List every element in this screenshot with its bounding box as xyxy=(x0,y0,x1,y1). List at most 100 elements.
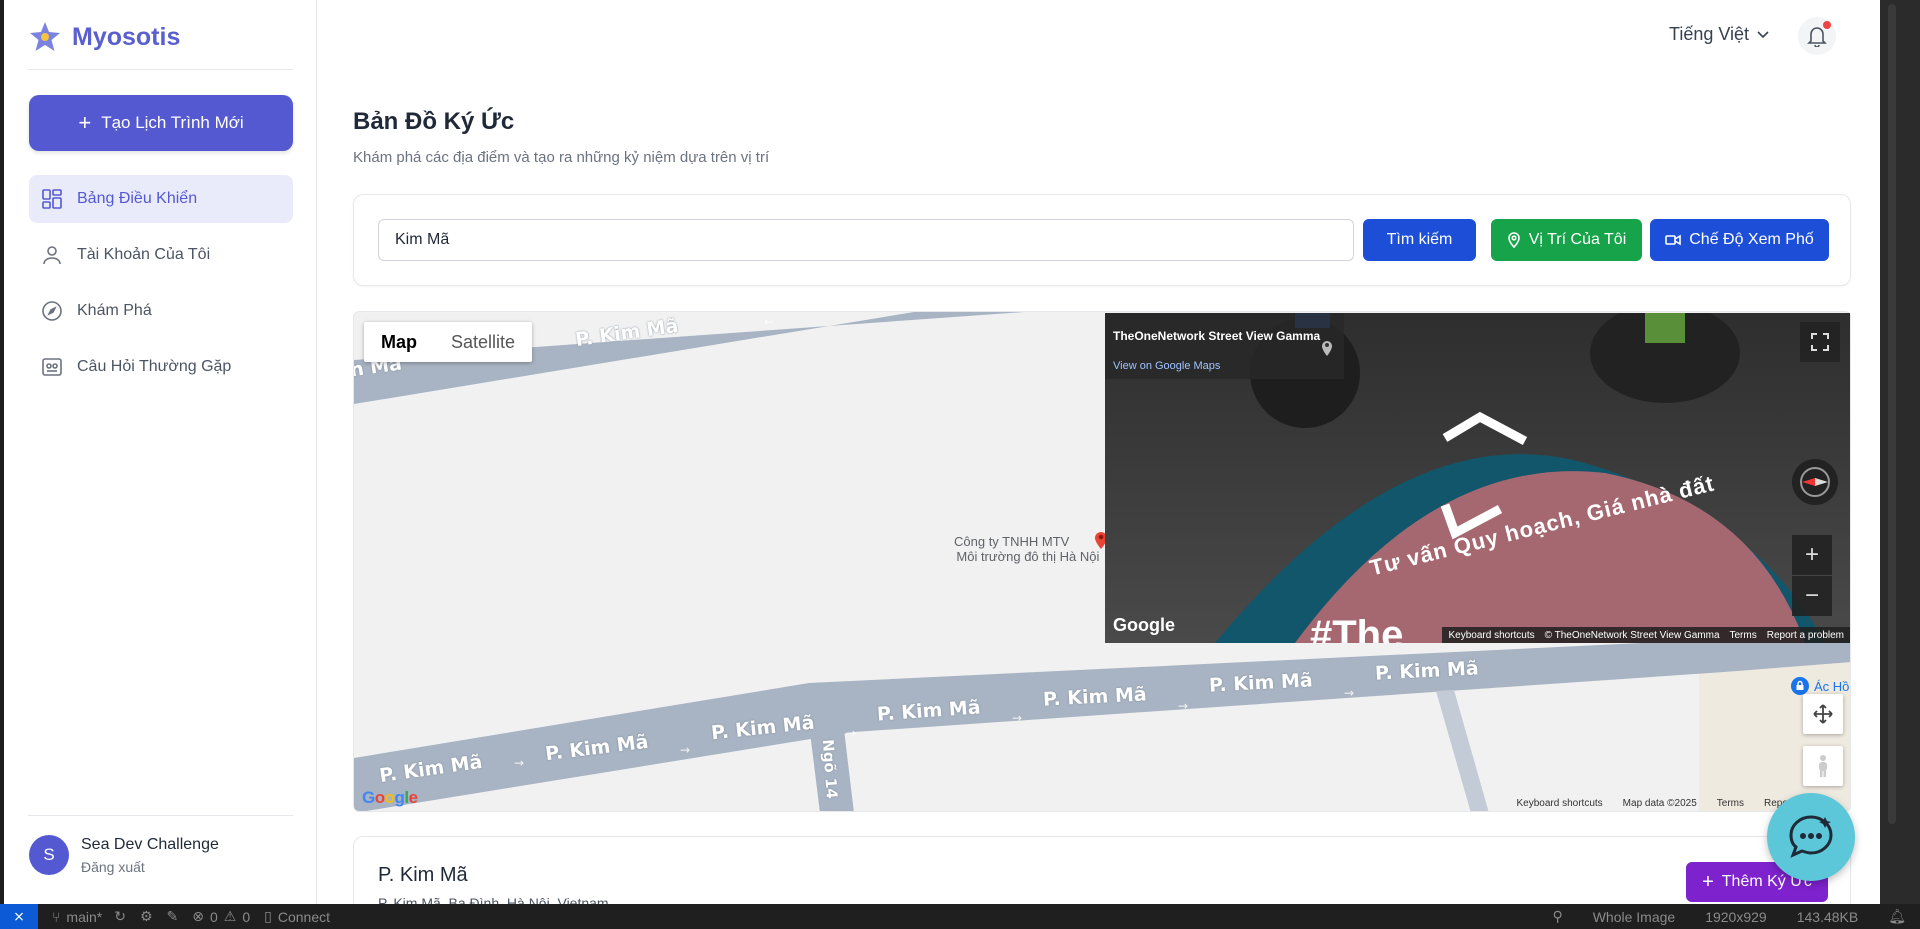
user-name: Sea Dev Challenge xyxy=(81,835,219,853)
source-control-glyph: ✎ xyxy=(166,908,179,924)
svg-text:→: → xyxy=(1012,711,1022,725)
location-title: P. Kim Mã xyxy=(378,864,468,886)
video-icon xyxy=(1665,234,1682,246)
compass-icon xyxy=(1800,467,1830,497)
sv-report-link[interactable]: Report a problem xyxy=(1767,630,1844,641)
svg-text:→: → xyxy=(1344,686,1354,700)
map-type-map[interactable]: Map xyxy=(364,322,434,362)
sidebar-item-dashboard[interactable]: Bảng Điều Khiển xyxy=(29,175,293,223)
chat-button[interactable] xyxy=(1767,793,1855,881)
area-label[interactable]: Ác Hồ xyxy=(1790,676,1849,696)
plus-icon: + xyxy=(1702,871,1714,893)
remote-icon: ⨯ xyxy=(13,908,25,924)
search-card: Tìm kiếm Vị Trí Của Tôi Chế Độ Xem Phố xyxy=(353,194,1851,286)
page-title: Bản Đồ Ký Ức xyxy=(353,108,515,135)
brand-name: Myosotis xyxy=(72,22,181,51)
search-input[interactable] xyxy=(378,219,1354,261)
remote-button[interactable]: ⨯ xyxy=(0,904,38,929)
pegman-icon xyxy=(1819,755,1827,777)
branch-name: main* xyxy=(66,908,103,925)
street-view-title: TheOneNetwork Street View Gamma xyxy=(1113,329,1321,343)
source-control-icon[interactable]: ✎ xyxy=(167,908,179,925)
chat-bubble-icon xyxy=(1789,815,1833,858)
street-view-header: TheOneNetwork Street View Gamma View on … xyxy=(1105,313,1344,379)
sidebar-item-label: Tài Khoản Của Tôi xyxy=(77,246,211,263)
svg-text:→: → xyxy=(680,743,690,757)
app-window: Myosotis + Tạo Lịch Trình Mới Bảng Điều … xyxy=(4,0,1880,904)
sidebar-item-explore[interactable]: Khám Phá xyxy=(29,287,293,335)
sidebar-item-label: Bảng Điều Khiển xyxy=(77,190,198,207)
compass-icon xyxy=(42,301,62,321)
pegman-button[interactable] xyxy=(1803,746,1843,786)
plug-icon: ▯ xyxy=(264,908,272,924)
problems-indicator[interactable]: ⊗ 0 ⚠ 0 xyxy=(192,908,250,925)
poi-line: Môi trường đô thị Hà Nội xyxy=(956,549,1100,564)
zoom-out-button[interactable]: − xyxy=(1792,576,1832,616)
bell-icon[interactable]: 🔔︎ xyxy=(1888,908,1906,925)
status-bar: ⨯ ⑂ main* ↻ ⚙ ✎ ⊗ 0 ⚠ 0 ▯ Connect ⚲ Whol… xyxy=(0,904,1920,929)
viewer-scrollbar[interactable] xyxy=(1880,0,1920,904)
logout-link[interactable]: Đăng xuất xyxy=(81,859,219,875)
sync-icon: ↻ xyxy=(114,908,126,924)
search-button[interactable]: Tìm kiếm xyxy=(1363,219,1476,261)
new-itinerary-button[interactable]: + Tạo Lịch Trình Mới xyxy=(29,95,293,151)
avatar: S xyxy=(29,835,69,875)
map-type-satellite[interactable]: Satellite xyxy=(434,322,532,362)
location-card: P. Kim Mã P. Kim Mã, Ba Đình, Hà Nội, Vi… xyxy=(353,836,1851,904)
remote-explorer-icon[interactable]: ⚙ xyxy=(140,908,153,925)
star-logo-icon xyxy=(30,22,60,51)
language-select[interactable]: Tiếng Việt xyxy=(1669,24,1769,45)
google-logo: Google xyxy=(1113,615,1175,635)
move-arrows-icon xyxy=(1813,704,1833,724)
street-view-footer: Keyboard shortcuts © TheOneNetwork Stree… xyxy=(1442,627,1850,643)
sidebar: Myosotis + Tạo Lịch Trình Mới Bảng Điều … xyxy=(4,0,317,904)
remote-explorer-glyph: ⚙ xyxy=(139,908,153,924)
map-rotate-button[interactable] xyxy=(1803,694,1843,734)
street-view-label: Chế Độ Xem Phố xyxy=(1689,231,1814,248)
page-subtitle: Khám phá các địa điểm và tạo ra những kỷ… xyxy=(353,149,770,166)
location-address: P. Kim Mã, Ba Đình, Hà Nội, Vietnam xyxy=(378,895,609,904)
map-shortcuts-link[interactable]: Keyboard shortcuts xyxy=(1517,798,1603,809)
sidebar-item-label: Khám Phá xyxy=(77,302,152,319)
compass-control[interactable] xyxy=(1792,459,1838,505)
file-size: 143.48KB xyxy=(1796,908,1859,925)
image-dimensions: 1920x929 xyxy=(1705,908,1767,925)
poi-label[interactable]: Công ty TNHH MTV Môi trường đô thị Hà Nộ… xyxy=(954,534,1099,564)
street-view-button[interactable]: Chế Độ Xem Phố xyxy=(1650,219,1829,261)
dashboard-icon xyxy=(42,189,62,209)
sv-copyright: © TheOneNetwork Street View Gamma xyxy=(1544,629,1720,641)
view-mode[interactable]: Whole Image xyxy=(1593,909,1675,925)
faq-icon xyxy=(42,358,62,376)
plus-icon: + xyxy=(78,110,92,135)
warning-count: 0 xyxy=(242,908,251,925)
sidebar-item-faq[interactable]: Câu Hỏi Thường Gặp xyxy=(29,343,293,391)
sv-terms-link[interactable]: Terms xyxy=(1730,630,1757,641)
notification-button[interactable] xyxy=(1798,17,1836,55)
connect-button[interactable]: ▯ Connect xyxy=(264,908,330,925)
connect-label: Connect xyxy=(277,908,330,925)
user-profile[interactable]: S Sea Dev Challenge Đăng xuất xyxy=(29,835,219,875)
brand[interactable]: Myosotis xyxy=(28,20,180,54)
sidebar-item-label: Câu Hỏi Thường Gặp xyxy=(77,358,232,375)
my-location-button[interactable]: Vị Trí Của Tôi xyxy=(1491,219,1642,261)
divider xyxy=(28,815,293,816)
zoom-in-button[interactable]: + xyxy=(1792,535,1832,575)
user-icon xyxy=(43,246,61,265)
chevron-down-icon xyxy=(1757,30,1769,38)
branch-indicator[interactable]: ⑂ main* ↻ xyxy=(52,908,126,925)
status-bar-right: ⚲ Whole Image 1920x929 143.48KB 🔔︎ xyxy=(1552,904,1906,929)
error-icon: ⊗ xyxy=(192,908,204,924)
sidebar-item-account[interactable]: Tài Khoản Của Tôi xyxy=(29,231,293,279)
area-label-text: Ác Hồ xyxy=(1814,678,1850,694)
fullscreen-button[interactable] xyxy=(1800,322,1840,362)
sv-shortcuts-link[interactable]: Keyboard shortcuts xyxy=(1448,630,1534,641)
error-count: 0 xyxy=(209,908,218,925)
map-terms-link[interactable]: Terms xyxy=(1717,798,1744,809)
scroll-thumb[interactable] xyxy=(1888,4,1896,824)
branch-icon: ⑂ xyxy=(52,908,61,925)
street-view-panel[interactable]: Tư vấn Quy hoạch, Giá nhà đất #The TheOn… xyxy=(1105,313,1850,643)
svg-text:→: → xyxy=(1178,699,1188,713)
view-on-google-maps-link[interactable]: View on Google Maps xyxy=(1113,360,1220,372)
svg-text:→: → xyxy=(846,726,856,740)
warning-icon: ⚠ xyxy=(223,908,237,924)
